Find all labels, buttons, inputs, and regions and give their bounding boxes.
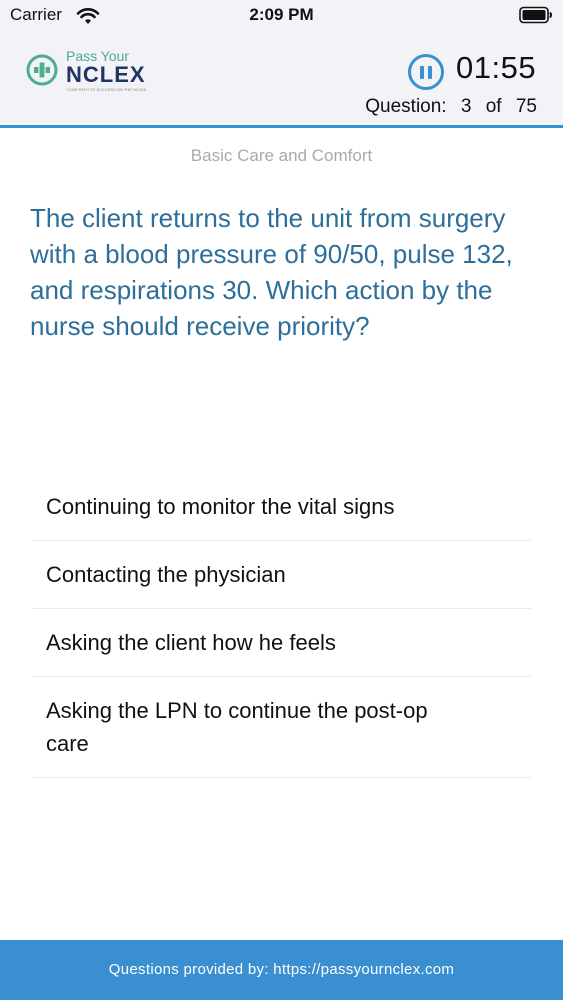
quiz-header: Pass Your NCLEX YOUR PATH TO SUCCESS ON … (0, 32, 563, 125)
question-counter: Question: 3 of 75 (359, 96, 537, 118)
answer-option-1[interactable]: Continuing to monitor the vital signs (32, 473, 532, 541)
pause-button[interactable] (408, 54, 444, 90)
svg-text:NCLEX: NCLEX (66, 62, 146, 87)
status-time: 2:09 PM (249, 5, 314, 24)
svg-text:YOUR PATH TO SUCCESS ON THE NC: YOUR PATH TO SUCCESS ON THE NCLEX (66, 87, 147, 92)
question-label: Question: (365, 96, 447, 117)
status-bar: Carrier 2:09 PM (0, 0, 563, 32)
question-text: The client returns to the unit from surg… (30, 203, 513, 341)
battery-icon (519, 6, 552, 24)
question-total: 75 (515, 96, 537, 117)
header-divider (0, 125, 563, 128)
answer-option-3[interactable]: Asking the client how he feels (32, 609, 532, 677)
footer-attribution: Questions provided by: https://passyourn… (0, 940, 563, 1000)
question-of: of (485, 96, 502, 117)
answer-list: Continuing to monitor the vital signs Co… (32, 473, 532, 778)
pass-your-nclex-logo: Pass Your NCLEX YOUR PATH TO SUCCESS ON … (26, 48, 147, 92)
question-category: Basic Care and Comfort (190, 146, 373, 165)
answer-option-4[interactable]: Asking the LPN to continue the post-op c… (32, 677, 532, 778)
answer-option-2[interactable]: Contacting the physician (32, 541, 532, 609)
pause-icon (420, 65, 424, 79)
timer: 01:55 (456, 50, 537, 85)
question-current: 3 (460, 96, 472, 117)
